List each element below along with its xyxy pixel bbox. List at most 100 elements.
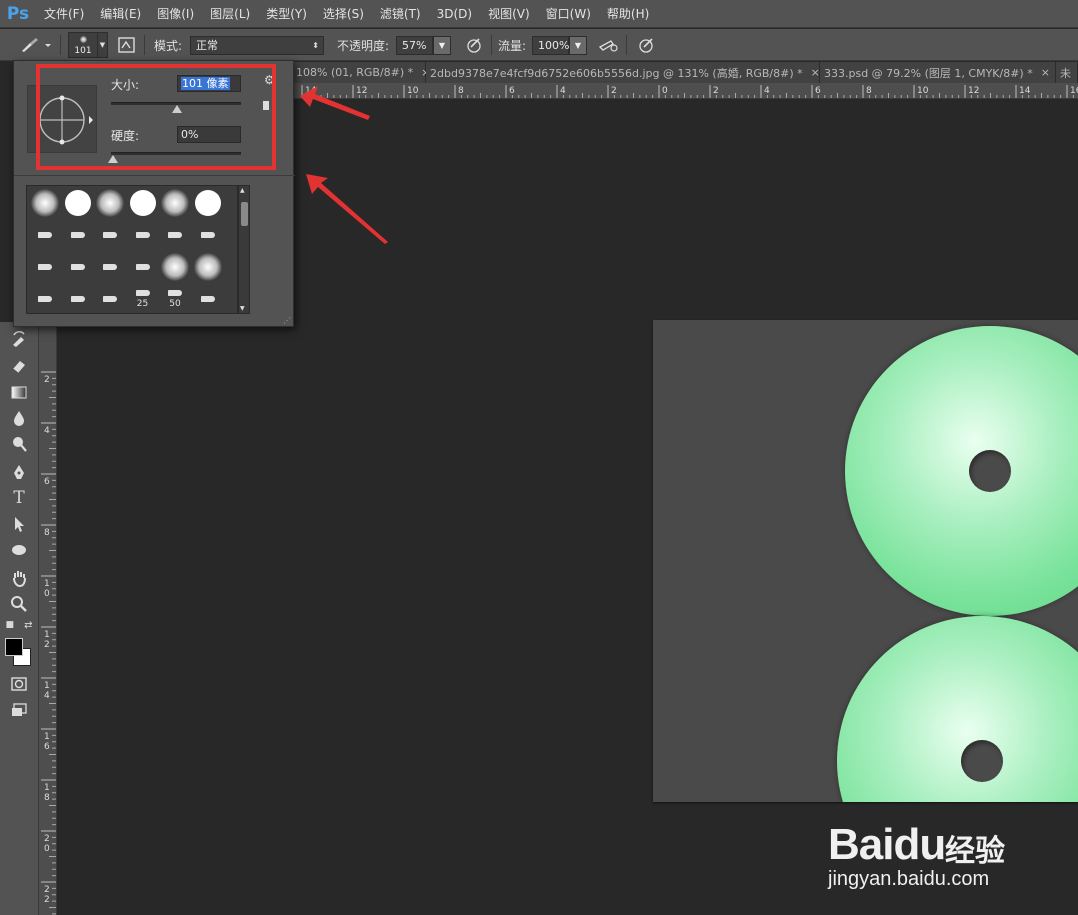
brush-preset-item[interactable]: [94, 219, 126, 251]
brush-tip-icon: [103, 264, 117, 270]
gradient-tool[interactable]: [6, 380, 32, 404]
photoshop-window: Ps 文件(F) 编辑(E) 图像(I) 图层(L) 类型(Y) 选择(S) 滤…: [0, 0, 1078, 915]
horizontal-ruler[interactable]: 14121086420246810121416: [292, 83, 1078, 99]
airbrush-button[interactable]: [596, 29, 620, 61]
ruler-label: 8: [458, 86, 464, 96]
resize-grip-icon[interactable]: ⋰: [283, 316, 291, 325]
menu-view[interactable]: 视图(V): [480, 0, 538, 28]
brush-preset-item[interactable]: [94, 283, 126, 315]
brush-preset-item[interactable]: [127, 187, 159, 219]
jade-disc-bottom: [837, 616, 1078, 802]
brush-preset-item[interactable]: [94, 187, 126, 219]
ruler-label: 4: [44, 691, 50, 701]
menu-filter[interactable]: 滤镜(T): [372, 0, 429, 28]
eraser-icon: [12, 361, 25, 374]
opacity-pressure-button[interactable]: [462, 29, 486, 61]
brush-preset-item[interactable]: [62, 187, 94, 219]
ruler-label: 6: [44, 477, 50, 487]
preset-scrollbar[interactable]: ▲ ▼: [238, 185, 250, 314]
tab-document-3[interactable]: 333.psd @ 79.2% (图层 1, CMYK/8#) * ×: [820, 62, 1056, 83]
size-pressure-button[interactable]: [634, 29, 658, 61]
scroll-thumb[interactable]: [241, 202, 248, 226]
scroll-up-icon[interactable]: ▲: [240, 187, 245, 194]
opacity-input[interactable]: 57% ▼: [396, 29, 451, 61]
path-selection-tool[interactable]: [6, 512, 32, 536]
brush-preset-item[interactable]: [62, 251, 94, 283]
mode-label: 模式:: [154, 38, 183, 53]
menu-image[interactable]: 图像(I): [149, 0, 202, 28]
brush-tool-preset-button[interactable]: [18, 29, 52, 61]
brush-preset-item[interactable]: 50: [159, 283, 191, 315]
zoom-tool[interactable]: [6, 592, 32, 616]
brush-preset-item[interactable]: [94, 251, 126, 283]
brush-preset-item[interactable]: [159, 251, 191, 283]
type-icon: T: [13, 488, 25, 508]
brush-dot-icon: [80, 36, 87, 43]
hard-round-brush-icon: [194, 190, 221, 216]
flow-input[interactable]: 100% ▼: [532, 29, 587, 61]
brush-preset-item[interactable]: [29, 187, 61, 219]
type-tool[interactable]: T: [6, 486, 32, 510]
screen-mode-button[interactable]: [6, 698, 32, 722]
menu-window[interactable]: 窗口(W): [538, 0, 599, 28]
brush-preset-item[interactable]: [29, 219, 61, 251]
history-brush-tool[interactable]: [6, 328, 32, 352]
ruler-label: 4: [44, 426, 50, 436]
brush-preset-item[interactable]: [127, 251, 159, 283]
dodge-tool[interactable]: [6, 432, 32, 456]
tab-document-4[interactable]: 未: [1056, 62, 1078, 83]
soft-round-brush-icon: [193, 253, 222, 281]
ruler-label: 6: [815, 86, 821, 96]
default-colors-icon[interactable]: ■: [6, 620, 15, 630]
tab-document-2[interactable]: 2dbd9378e7e4fcf9d6752e606b5556d.jpg @ 13…: [426, 62, 820, 83]
ellipse-tool[interactable]: [6, 538, 32, 562]
ruler-label: 2: [713, 86, 719, 96]
chevron-down-icon: ▼: [433, 35, 451, 55]
pen-icon: [14, 465, 24, 479]
brush-tip-icon: [38, 264, 52, 270]
scroll-down-icon[interactable]: ▼: [240, 305, 245, 312]
mode-select[interactable]: 正常 ⬍: [190, 29, 324, 61]
close-icon[interactable]: ×: [1041, 66, 1050, 79]
brush-preset-item[interactable]: [29, 251, 61, 283]
brush-preset-item[interactable]: [192, 283, 224, 315]
ruler-label: 0: [662, 86, 668, 96]
swap-colors-icon[interactable]: ⇄: [24, 620, 32, 631]
brush-preset-item[interactable]: [127, 219, 159, 251]
brush-preset-item[interactable]: [192, 219, 224, 251]
brush-preset-item[interactable]: [192, 251, 224, 283]
brush-preset-item[interactable]: [62, 283, 94, 315]
foreground-color-swatch[interactable]: [5, 638, 23, 656]
jade-disc-hole: [961, 740, 1003, 782]
document-canvas[interactable]: [653, 320, 1078, 802]
brush-panel-toggle[interactable]: [116, 29, 138, 61]
brush-preset-item[interactable]: [159, 219, 191, 251]
tab-document-1[interactable]: 108% (01, RGB/8#) * ×: [292, 62, 430, 83]
blur-tool[interactable]: [6, 406, 32, 430]
menu-layer[interactable]: 图层(L): [202, 0, 258, 28]
close-icon[interactable]: ×: [811, 66, 820, 79]
brush-tip-icon: [135, 232, 150, 238]
menu-3d[interactable]: 3D(D): [429, 0, 480, 28]
eraser-tool[interactable]: [6, 354, 32, 378]
ruler-label: 2: [44, 834, 50, 844]
hand-tool[interactable]: [6, 566, 32, 590]
updown-icon: ⬍: [312, 40, 319, 50]
brush-picker-button[interactable]: 101 ▼: [68, 29, 108, 61]
brush-preset-item[interactable]: [192, 187, 224, 219]
vertical-ruler[interactable]: 246810121416182022: [39, 322, 57, 915]
menu-edit[interactable]: 编辑(E): [92, 0, 149, 28]
brush-preset-item[interactable]: 25: [127, 283, 159, 315]
menu-type[interactable]: 类型(Y): [258, 0, 315, 28]
color-swap-controls[interactable]: ■ ⇄: [6, 618, 33, 632]
brush-preset-item[interactable]: [29, 283, 61, 315]
pen-tool[interactable]: [6, 460, 32, 484]
dodge-icon: [13, 437, 27, 452]
brush-preset-item[interactable]: [159, 187, 191, 219]
menu-file[interactable]: 文件(F): [36, 0, 92, 28]
menu-help[interactable]: 帮助(H): [599, 0, 657, 28]
ruler-label: 12: [968, 86, 979, 96]
menu-select[interactable]: 选择(S): [315, 0, 372, 28]
quick-mask-button[interactable]: [6, 672, 32, 696]
brush-preset-item[interactable]: [62, 219, 94, 251]
